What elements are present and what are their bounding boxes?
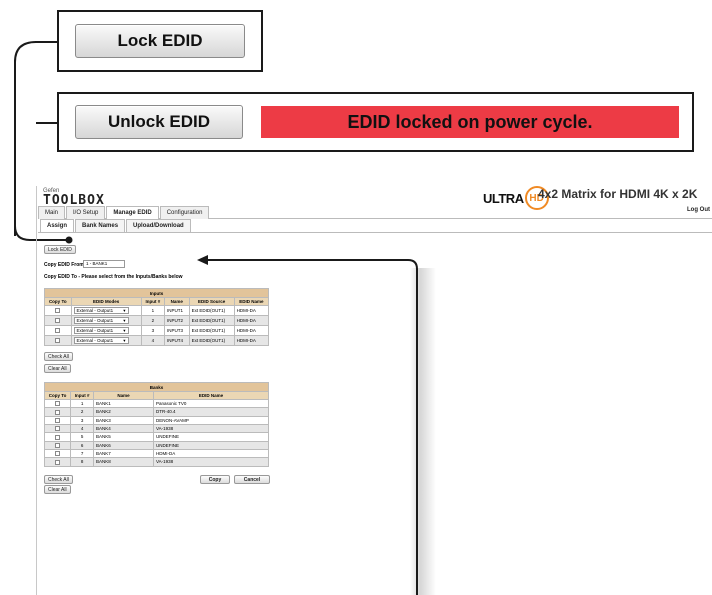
cell-input-number: 3 [70, 415, 94, 425]
cell-edid-mode: External - Output1 ▾ [70, 315, 142, 326]
copy-to-checkbox[interactable] [55, 417, 61, 423]
edid-locked-banner: EDID locked on power cycle. [261, 106, 679, 138]
column-header: Copy To [43, 391, 72, 400]
cell-name: BANK2 [93, 407, 154, 417]
cell-input-number: 8 [70, 457, 94, 467]
copy-to-checkbox[interactable] [55, 401, 61, 407]
cell-name: BANK4 [93, 423, 154, 434]
copy-to-checkbox[interactable] [55, 434, 61, 440]
chevron-down-icon: ▾ [123, 318, 126, 323]
main-tab-bar: Main I/O Setup Manage EDID Configuration [38, 206, 712, 219]
product-title: 4x2 Matrix for HDMI 4K x 2K [538, 187, 698, 201]
cell-name: BANK8 [93, 457, 154, 467]
cell-name: BANK5 [93, 432, 154, 442]
chevron-down-icon: ▾ [123, 308, 126, 313]
copy-to-label: Copy EDID To - Please select from the In… [44, 274, 183, 280]
cell-copy-to [43, 398, 72, 409]
column-header: Input # [140, 297, 165, 306]
connector-curve [14, 41, 37, 63]
column-header: Copy To [44, 297, 72, 306]
cell-input-number: 1 [140, 305, 165, 316]
ultra-text: ULTRA [483, 190, 524, 206]
pointer-arrow [197, 255, 418, 595]
lock-edid-button-zoomed[interactable]: Lock EDID [75, 24, 245, 58]
cell-name: INPUT2 [163, 315, 190, 326]
edid-mode-select[interactable]: External - Output1 ▾ [73, 337, 129, 344]
edid-mode-select[interactable]: External - Output1 ▾ [73, 317, 129, 324]
cell-copy-to [43, 440, 72, 450]
copy-to-checkbox[interactable] [55, 426, 61, 432]
clear-all-inputs-button[interactable]: Clear All [44, 364, 71, 373]
copy-to-checkbox[interactable] [55, 338, 61, 344]
cell-input-number: 5 [70, 432, 94, 442]
cell-copy-to [43, 432, 72, 442]
copy-to-checkbox[interactable] [55, 318, 61, 324]
clear-all-banks-button[interactable]: Clear All [44, 485, 71, 494]
column-header: Input # [70, 391, 94, 400]
screenshot-edge [36, 186, 37, 595]
edid-mode-select[interactable]: External - Output1 ▾ [73, 307, 129, 314]
cell-copy-to [44, 315, 72, 326]
copy-to-checkbox[interactable] [55, 409, 61, 415]
cell-name: INPUT3 [163, 325, 190, 336]
cell-edid-mode: External - Output1 ▾ [70, 305, 142, 316]
copy-from-label: Copy EDID From [44, 262, 84, 268]
cell-edid-mode: External - Output1 ▾ [70, 325, 142, 336]
copy-to-checkbox[interactable] [55, 451, 61, 457]
subtab-assign[interactable]: Assign [40, 219, 75, 232]
cell-copy-to [43, 415, 72, 425]
cell-input-number: 7 [70, 448, 94, 459]
cell-copy-to [44, 305, 72, 316]
check-all-banks-button[interactable]: Check All [44, 475, 73, 484]
cell-input-number: 6 [70, 440, 94, 450]
column-header: EDID Modes [70, 297, 142, 306]
cell-name: INPUT4 [163, 335, 190, 346]
cell-name: BANK6 [93, 440, 154, 450]
tab-i-o-setup[interactable]: I/O Setup [66, 206, 106, 219]
copy-to-checkbox[interactable] [55, 328, 61, 334]
cell-name: BANK3 [93, 415, 154, 425]
cell-input-number: 2 [70, 407, 94, 417]
tab-main[interactable]: Main [38, 206, 66, 219]
tab-manage-edid[interactable]: Manage EDID [106, 206, 159, 219]
cell-name: INPUT1 [163, 305, 190, 316]
copy-to-checkbox[interactable] [55, 308, 61, 314]
check-all-inputs-button[interactable]: Check All [44, 352, 73, 361]
sub-tab-bar: Assign Bank Names Upload/Download [38, 219, 712, 233]
copy-to-checkbox[interactable] [55, 459, 61, 465]
cell-input-number: 1 [70, 398, 94, 409]
unlock-edid-callout: Unlock EDID EDID locked on power cycle. [57, 92, 694, 152]
connector-line [36, 122, 58, 124]
column-header: Name [163, 297, 190, 306]
chevron-down-icon: ▾ [123, 328, 126, 333]
edid-mode-select[interactable]: External - Output1 ▾ [73, 327, 129, 334]
gefen-toolbox-logo: Gefen TOOLBOX [43, 188, 105, 207]
subtab-upload-download[interactable]: Upload/Download [126, 219, 191, 232]
cell-input-number: 4 [70, 423, 94, 434]
column-header: Name [93, 391, 154, 400]
lock-edid-callout: Lock EDID [57, 10, 263, 72]
chevron-down-icon: ▾ [123, 338, 126, 343]
connector-line [14, 60, 16, 236]
cell-input-number: 2 [140, 315, 165, 326]
cell-input-number: 3 [140, 325, 165, 336]
unlock-edid-button-zoomed[interactable]: Unlock EDID [75, 105, 243, 139]
cell-copy-to [43, 423, 72, 434]
cell-input-number: 4 [140, 335, 165, 346]
cell-copy-to [44, 335, 72, 346]
cell-name: BANK7 [93, 448, 154, 459]
copy-from-select[interactable]: 1 - BANK1 [83, 260, 125, 268]
cell-edid-mode: External - Output1 ▾ [70, 335, 142, 346]
cell-copy-to [43, 457, 72, 467]
tab-configuration[interactable]: Configuration [159, 206, 210, 219]
connector-line [35, 41, 58, 43]
copy-to-checkbox[interactable] [55, 442, 61, 448]
cell-name: BANK1 [93, 398, 154, 409]
lock-edid-button[interactable]: Lock EDID [44, 245, 76, 254]
subtab-bank-names[interactable]: Bank Names [75, 219, 126, 232]
cell-copy-to [43, 407, 72, 417]
cell-copy-to [43, 448, 72, 459]
cell-copy-to [44, 325, 72, 336]
